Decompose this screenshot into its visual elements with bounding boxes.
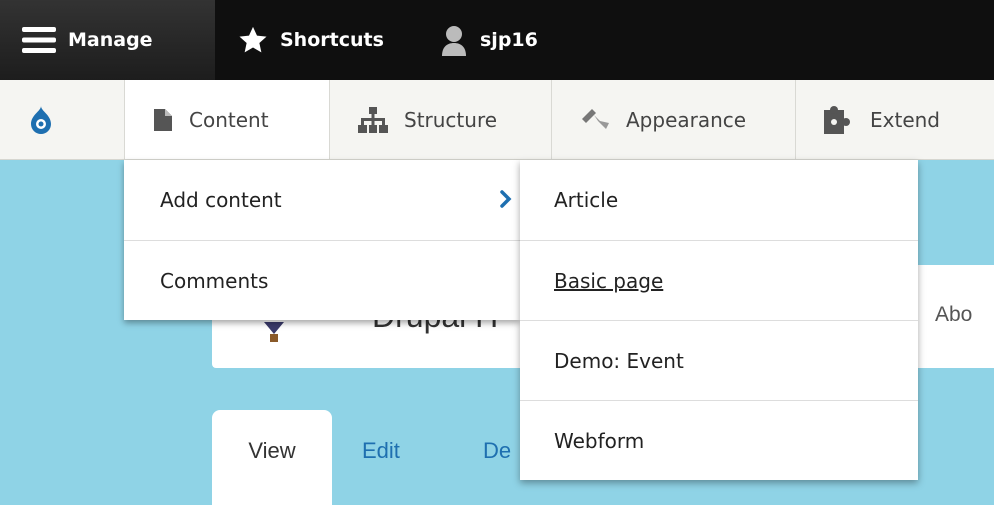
- star-icon: [239, 26, 267, 53]
- drupal-home-link[interactable]: [0, 80, 125, 159]
- menu-item-label: Basic page: [554, 268, 664, 293]
- tab-view[interactable]: View: [212, 410, 332, 505]
- manage-label: Manage: [68, 29, 153, 51]
- tab-delete[interactable]: De: [483, 438, 511, 464]
- menu-item-label: Demo: Event: [554, 348, 684, 373]
- drupal-logo-icon: [31, 105, 51, 134]
- hamburger-icon: [22, 27, 56, 53]
- structure-icon: [358, 106, 388, 133]
- tray-item-label: Extend: [870, 107, 940, 132]
- tray-item-label: Content: [189, 107, 269, 132]
- menu-item-add-content[interactable]: Add content: [124, 160, 520, 240]
- content-icon: [154, 108, 172, 131]
- content-dropdown-menu: Add content Comments: [124, 160, 520, 320]
- tray-item-appearance[interactable]: Appearance: [552, 80, 796, 159]
- menu-item-label: Article: [554, 188, 619, 212]
- appearance-icon: [582, 108, 609, 129]
- menu-item-label: Add content: [160, 188, 282, 212]
- manage-button[interactable]: Manage: [0, 0, 215, 80]
- tab-edit[interactable]: Edit: [362, 438, 400, 464]
- add-content-submenu: Article Basic page Demo: Event Webform: [520, 160, 918, 480]
- menu-item-webform[interactable]: Webform: [520, 400, 918, 480]
- menu-item-label: Webform: [554, 428, 645, 453]
- user-menu-button[interactable]: sjp16: [440, 0, 538, 80]
- tray-item-structure[interactable]: Structure: [330, 80, 552, 159]
- balloon-logo-icon: [264, 322, 284, 342]
- tab-label: View: [248, 438, 296, 463]
- user-label: sjp16: [480, 29, 538, 51]
- admin-tray: Content Structure Appearance Extend: [0, 80, 994, 160]
- tray-item-content[interactable]: Content: [125, 80, 330, 159]
- tray-item-label: Appearance: [626, 107, 747, 132]
- extend-icon: [824, 105, 850, 134]
- chevron-right-icon: [500, 190, 512, 208]
- admin-toolbar: Manage Shortcuts sjp16: [0, 0, 994, 80]
- tray-item-label: Structure: [404, 107, 498, 132]
- menu-item-article[interactable]: Article: [520, 160, 918, 240]
- menu-item-basic-page[interactable]: Basic page: [520, 240, 918, 320]
- menu-item-label: Comments: [160, 268, 269, 293]
- menu-item-demo-event[interactable]: Demo: Event: [520, 320, 918, 400]
- tray-item-extend[interactable]: Extend: [796, 80, 994, 159]
- shortcuts-label: Shortcuts: [280, 29, 384, 51]
- menu-item-comments[interactable]: Comments: [124, 240, 520, 320]
- shortcuts-button[interactable]: Shortcuts: [238, 0, 384, 80]
- about-nav-link[interactable]: Abo: [935, 303, 972, 327]
- user-icon: [442, 26, 466, 56]
